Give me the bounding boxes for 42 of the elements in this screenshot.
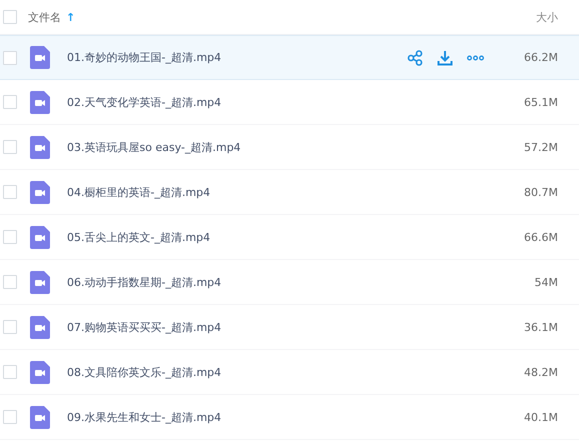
- checkbox[interactable]: [3, 275, 17, 289]
- file-name[interactable]: 07.购物英语买买买-_超清.mp4: [67, 320, 524, 334]
- column-header[interactable]: 大小: [536, 10, 558, 24]
- download-icon[interactable]: [437, 50, 454, 66]
- file-name[interactable]: 08.文具陪你英文乐-_超清.mp4: [67, 364, 524, 380]
- file-name[interactable]: 06.动动手指数星期-_超清.mp4: [67, 274, 534, 290]
- file-size: 48.2M: [524, 366, 558, 378]
- file-size: 36.1M: [524, 320, 558, 334]
- checkbox[interactable]: [3, 140, 17, 154]
- video-file-icon: [30, 270, 50, 294]
- video-file-icon: [30, 316, 50, 338]
- file-size: 66.6M: [524, 230, 558, 244]
- file-size: 40.1M: [524, 410, 558, 424]
- checkbox[interactable]: [3, 10, 17, 24]
- video-file-icon: [30, 360, 50, 384]
- file-size: 57.2M: [524, 140, 558, 154]
- file-size: 66.2M: [524, 51, 558, 64]
- file-name[interactable]: 09.水果先生和女士-_超清.mp4: [67, 410, 524, 424]
- file-size: 65.1M: [524, 96, 558, 108]
- video-file-icon: [30, 406, 50, 428]
- video-file-icon: [30, 226, 50, 248]
- video-file-icon: [30, 46, 50, 69]
- file-name[interactable]: 05.舌尖上的英文-_超清.mp4: [67, 230, 524, 244]
- file-name[interactable]: 01.奇妙的动物王国-_超清.mp4: [67, 50, 408, 65]
- checkbox[interactable]: [3, 230, 17, 244]
- checkbox[interactable]: [3, 365, 17, 379]
- checkbox[interactable]: [3, 320, 17, 334]
- column-header[interactable]: 文件名: [28, 10, 61, 24]
- checkbox[interactable]: [3, 50, 17, 64]
- video-file-icon: [30, 90, 50, 114]
- share-icon[interactable]: [407, 50, 424, 66]
- file-name[interactable]: 04.橱柜里的英语-_超清.mp4: [67, 184, 524, 200]
- file-name[interactable]: 02.天气变化学英语-_超清.mp4: [67, 94, 524, 110]
- checkbox[interactable]: [3, 410, 17, 424]
- file-name[interactable]: 03.英语玩具屋so easy-_超清.mp4: [67, 140, 524, 154]
- file-size: 54M: [534, 276, 558, 288]
- file-size: 80.7M: [524, 186, 558, 198]
- more-icon[interactable]: [467, 54, 484, 60]
- video-file-icon: [30, 180, 50, 204]
- checkbox[interactable]: [3, 95, 17, 109]
- checkbox[interactable]: [3, 185, 17, 199]
- video-file-icon: [30, 136, 50, 158]
